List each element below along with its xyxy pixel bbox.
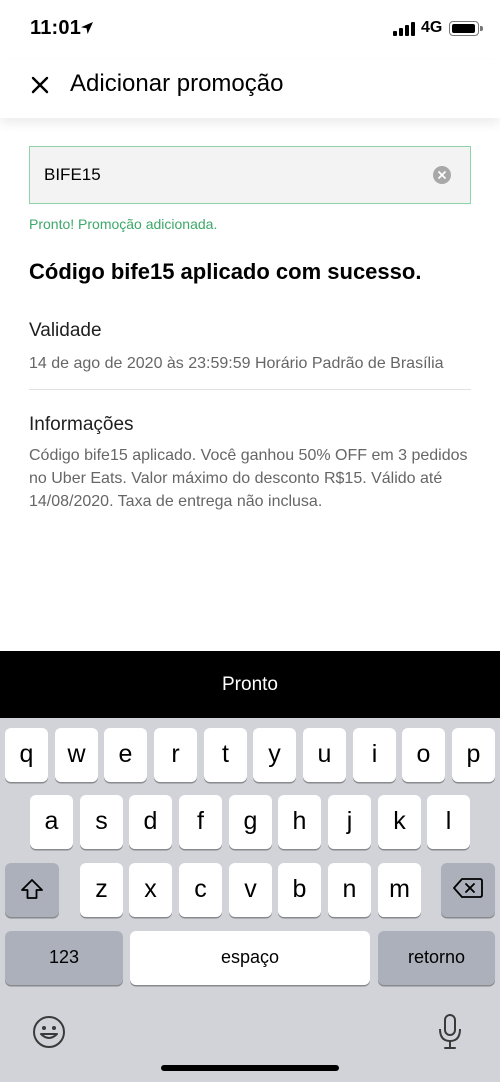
key-f[interactable]: f [179, 795, 222, 849]
key-w[interactable]: w [55, 728, 98, 782]
return-key[interactable]: retorno [378, 931, 495, 985]
key-p[interactable]: p [452, 728, 495, 782]
validity-text: 14 de ago de 2020 às 23:59:59 Horário Pa… [29, 355, 444, 372]
backspace-key[interactable] [441, 863, 495, 917]
key-o[interactable]: o [402, 728, 445, 782]
key-s[interactable]: s [80, 795, 123, 849]
signal-icon [393, 22, 415, 36]
microphone-icon[interactable] [437, 1013, 463, 1051]
applied-title: Código bife15 aplicado com sucesso. [29, 259, 422, 284]
success-message: Pronto! Promoção adicionada. [29, 216, 218, 232]
clear-input-icon[interactable] [433, 166, 451, 184]
header: Adicionar promoção [0, 60, 500, 118]
page-title: Adicionar promoção [70, 70, 284, 97]
location-arrow-icon [81, 22, 93, 34]
close-icon[interactable] [29, 74, 51, 96]
key-l[interactable]: l [427, 795, 470, 849]
shift-icon [21, 879, 43, 899]
home-indicator [161, 1065, 339, 1071]
key-k[interactable]: k [378, 795, 421, 849]
key-n[interactable]: n [328, 863, 371, 917]
promo-code-input[interactable] [44, 163, 424, 187]
key-b[interactable]: b [278, 863, 321, 917]
key-a[interactable]: a [30, 795, 73, 849]
keyboard: q w e r t y u i o p a s d f g h j k l z … [0, 718, 500, 1082]
promo-code-field[interactable] [29, 146, 471, 204]
key-h[interactable]: h [278, 795, 321, 849]
validity-label: Validade [29, 320, 102, 341]
info-label: Informações [29, 414, 134, 435]
key-c[interactable]: c [179, 863, 222, 917]
backspace-icon [453, 878, 483, 898]
key-i[interactable]: i [353, 728, 396, 782]
space-key[interactable]: espaço [130, 931, 370, 985]
key-t[interactable]: t [204, 728, 247, 782]
shift-key[interactable] [5, 863, 59, 917]
divider [29, 389, 471, 390]
status-time: 11:01 [30, 17, 82, 39]
key-v[interactable]: v [229, 863, 272, 917]
key-u[interactable]: u [303, 728, 346, 782]
done-button[interactable]: Pronto [0, 651, 500, 718]
emoji-icon[interactable] [32, 1015, 66, 1049]
key-m[interactable]: m [378, 863, 421, 917]
battery-icon [449, 21, 483, 36]
key-q[interactable]: q [5, 728, 48, 782]
network-label: 4G [421, 19, 443, 36]
key-z[interactable]: z [80, 863, 123, 917]
key-y[interactable]: y [253, 728, 296, 782]
key-x[interactable]: x [129, 863, 172, 917]
status-bar: 11:01 4G [0, 0, 500, 60]
key-d[interactable]: d [129, 795, 172, 849]
numbers-key[interactable]: 123 [5, 931, 123, 985]
key-g[interactable]: g [229, 795, 272, 849]
key-j[interactable]: j [328, 795, 371, 849]
key-r[interactable]: r [154, 728, 197, 782]
info-text: Código bife15 aplicado. Você ganhou 50% … [29, 447, 468, 510]
key-e[interactable]: e [104, 728, 147, 782]
